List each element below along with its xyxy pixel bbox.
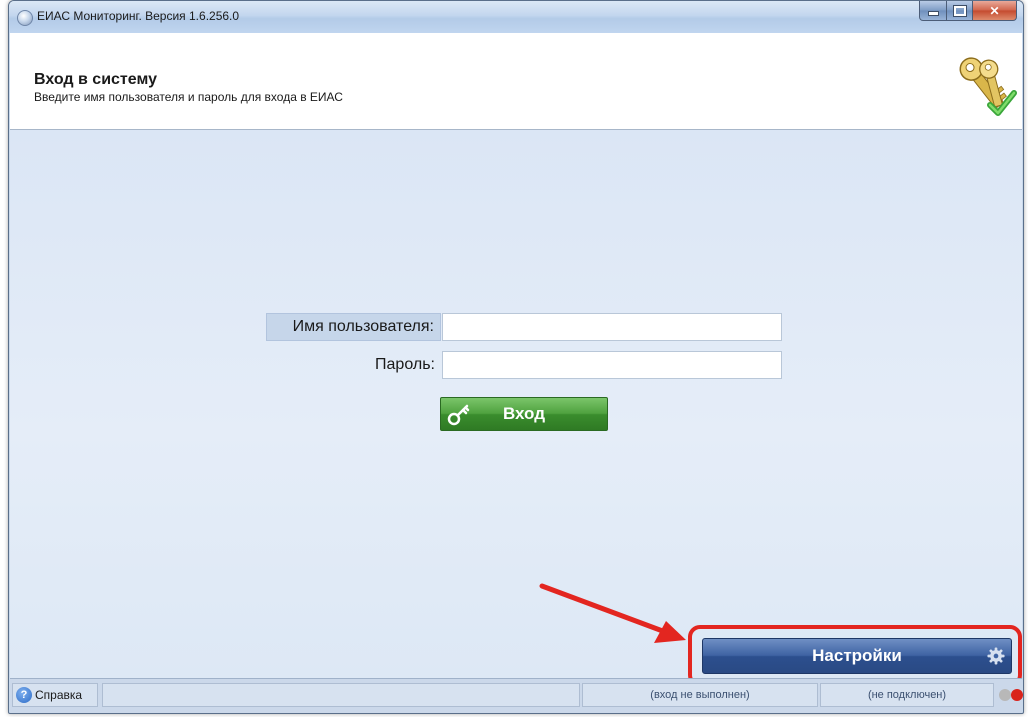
connection-indicator-red	[1011, 689, 1023, 701]
keys-check-icon	[959, 57, 1017, 116]
page-title: Вход в систему	[34, 71, 157, 88]
title-bar[interactable]: ЕИАС Мониторинг. Версия 1.6.256.0 ✕	[9, 1, 1023, 33]
connection-indicator-grey	[999, 689, 1011, 701]
maximize-icon	[952, 4, 967, 17]
password-label: Пароль:	[375, 356, 435, 373]
app-window: ЕИАС Мониторинг. Версия 1.6.256.0 ✕ Вход…	[8, 0, 1024, 714]
key-icon	[447, 404, 470, 426]
login-status: (вход не выполнен)	[582, 683, 818, 707]
help-button[interactable]: ? Справка	[12, 683, 98, 707]
page-subtitle: Введите имя пользователя и пароль для вх…	[34, 90, 343, 104]
connection-status: (не подключен)	[820, 683, 994, 707]
help-label: Справка	[35, 688, 83, 702]
minimize-button[interactable]	[919, 1, 947, 21]
close-icon: ✕	[989, 3, 1000, 18]
app-icon	[17, 10, 33, 26]
window-title: ЕИАС Мониторинг. Версия 1.6.256.0	[37, 9, 240, 23]
help-icon: ?	[16, 687, 32, 703]
login-button-label: Вход	[502, 404, 546, 423]
username-input[interactable]	[442, 313, 782, 341]
login-button[interactable]: Вход	[440, 397, 608, 431]
status-bar: ? Справка (вход не выполнен) (не подключ…	[10, 678, 1023, 713]
minimize-icon	[927, 11, 939, 16]
username-row: Имя пользователя:	[266, 313, 782, 341]
header-panel: Вход в систему Введите имя пользователя …	[10, 33, 1022, 130]
password-row: Пароль:	[266, 351, 782, 379]
login-area: Имя пользователя: Пароль: Вход Настройки	[10, 130, 1022, 687]
username-label: Имя пользователя:	[266, 313, 441, 341]
status-cell-empty	[102, 683, 580, 707]
close-button[interactable]: ✕	[973, 1, 1017, 21]
maximize-button[interactable]	[947, 1, 973, 21]
window-controls: ✕	[919, 1, 1017, 21]
password-input[interactable]	[442, 351, 782, 379]
